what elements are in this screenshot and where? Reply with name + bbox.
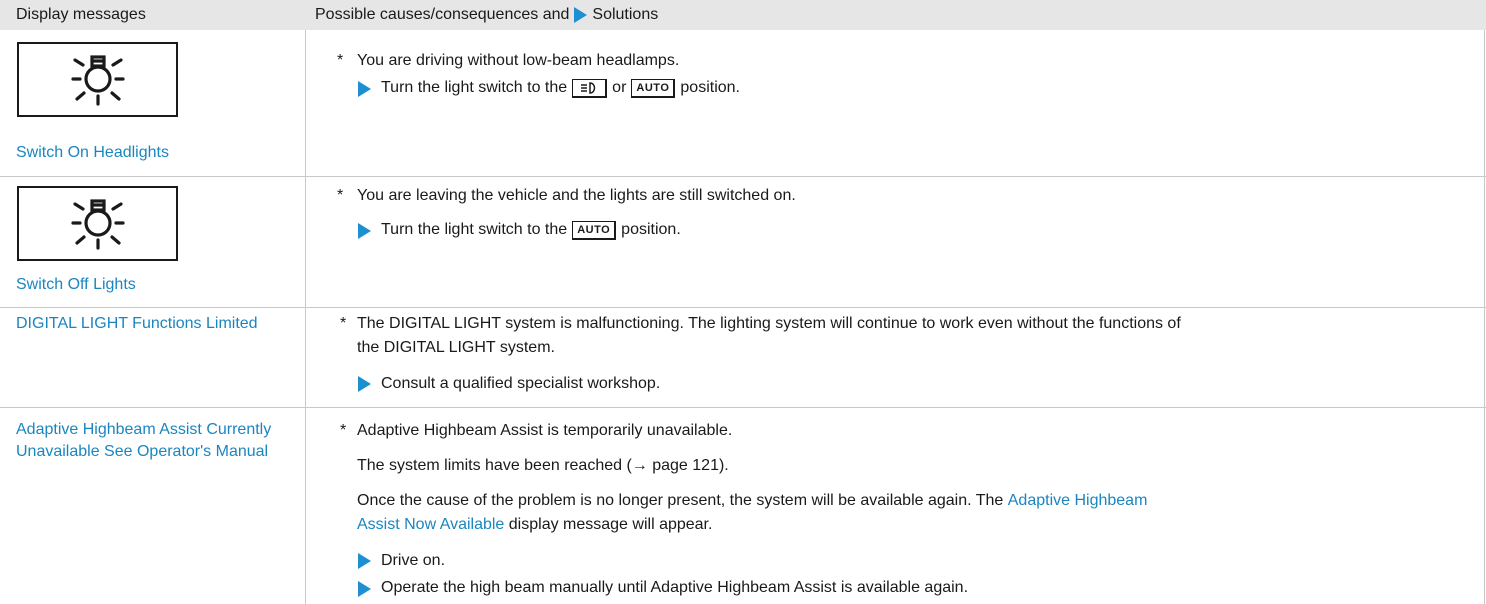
solution-triangle-icon	[358, 376, 371, 392]
column-divider	[305, 30, 306, 604]
message-digital-light-limited: DIGITAL LIGHT Functions Limited	[16, 315, 258, 332]
auto-key-icon: AUTO	[631, 78, 676, 98]
table-header: Display messages Possible causes/consequ…	[0, 0, 1486, 30]
message-switch-on-headlights: Switch On Headlights	[16, 144, 169, 161]
solution-text: Turn the light switch to the AUTO positi…	[381, 220, 681, 240]
page-reference-text: The system limits have been reached (→ p…	[357, 457, 729, 474]
header-display-messages: Display messages	[16, 6, 146, 23]
solution-triangle-icon	[358, 81, 371, 97]
light-bulb-icon	[17, 42, 178, 117]
message-link[interactable]: Assist Now Available	[357, 514, 504, 536]
info-text: Assist Now Available display message wil…	[357, 514, 712, 536]
row-divider	[0, 307, 1486, 308]
cause-text: You are driving without low-beam headlam…	[357, 52, 680, 69]
cause-text: the DIGITAL LIGHT system.	[357, 339, 555, 356]
solution-text: Turn the light switch to the or AUTO pos…	[381, 78, 740, 98]
solution-triangle-icon	[358, 581, 371, 597]
light-bulb-icon	[17, 186, 178, 261]
cause-text: Adaptive Highbeam Assist is temporarily …	[357, 422, 733, 439]
solution-text: Consult a qualified specialist workshop.	[381, 375, 661, 392]
solution-text: Drive on.	[381, 552, 446, 569]
row-divider	[0, 407, 1486, 408]
header-causes-solutions: Possible causes/consequences and Solutio…	[315, 6, 659, 23]
table-right-border	[1484, 30, 1485, 604]
row-divider	[0, 176, 1486, 177]
message-switch-off-lights: Switch Off Lights	[16, 276, 136, 293]
message-adaptive-highbeam-unavailable: Adaptive Highbeam Assist Currently Unava…	[16, 421, 272, 460]
display-messages-table: Display messages Possible causes/consequ…	[0, 0, 1486, 604]
cause-text: You are leaving the vehicle and the ligh…	[357, 187, 796, 204]
solution-text: Operate the high beam manually until Ada…	[381, 579, 969, 596]
headlamp-key-icon	[572, 78, 608, 98]
info-text: Once the cause of the problem is no long…	[357, 490, 1147, 512]
auto-key-icon: AUTO	[572, 220, 617, 240]
solution-triangle-icon	[358, 553, 371, 569]
solution-triangle-icon	[358, 223, 371, 239]
cause-text: The DIGITAL LIGHT system is malfunctioni…	[357, 315, 1181, 332]
message-link[interactable]: Adaptive Highbeam	[1008, 490, 1148, 512]
solution-triangle-icon	[574, 7, 588, 23]
